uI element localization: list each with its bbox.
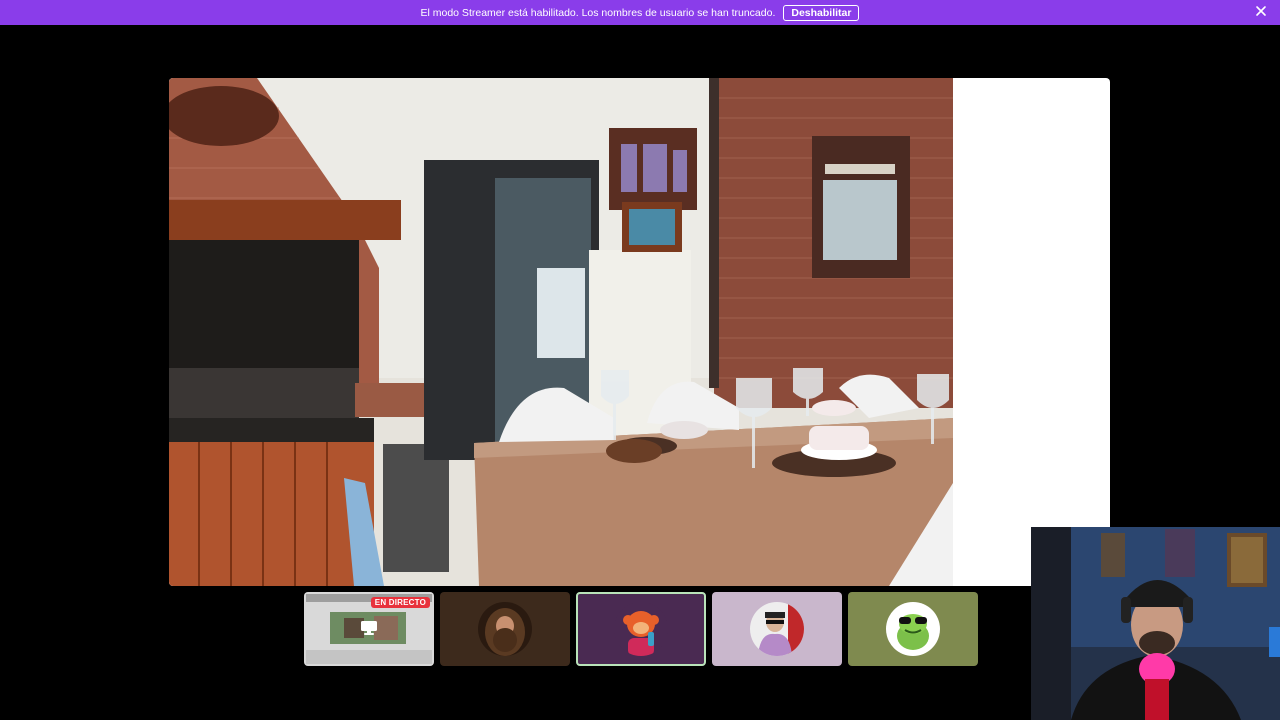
participant-tile-4[interactable] — [848, 592, 978, 666]
frog-avatar — [886, 602, 940, 656]
screen-share-tile[interactable]: EN DIRECTO — [304, 592, 434, 666]
bearded-man-avatar — [478, 602, 532, 656]
close-icon[interactable] — [1254, 4, 1268, 18]
participant-tile-3[interactable] — [712, 592, 842, 666]
streamer-mode-banner: El modo Streamer está habilitado. Los no… — [0, 0, 1280, 25]
screen-share-stage[interactable] — [169, 78, 1110, 586]
live-badge: EN DIRECTO — [370, 597, 430, 608]
shared-photo — [169, 78, 953, 586]
monkey-avatar — [614, 602, 668, 656]
participant-strip: EN DIRECTO — [304, 592, 978, 666]
monitor-icon — [361, 621, 377, 635]
webcam-feed — [1031, 527, 1280, 720]
webcam-overlay — [1031, 527, 1280, 720]
person-sunglasses-avatar — [750, 602, 804, 656]
streamer-mode-message: El modo Streamer está habilitado. Los no… — [420, 6, 776, 19]
disable-streamer-mode-button[interactable]: Deshabilitar — [783, 4, 860, 21]
participant-tile-2[interactable] — [576, 592, 706, 666]
participant-tile-1[interactable] — [440, 592, 570, 666]
